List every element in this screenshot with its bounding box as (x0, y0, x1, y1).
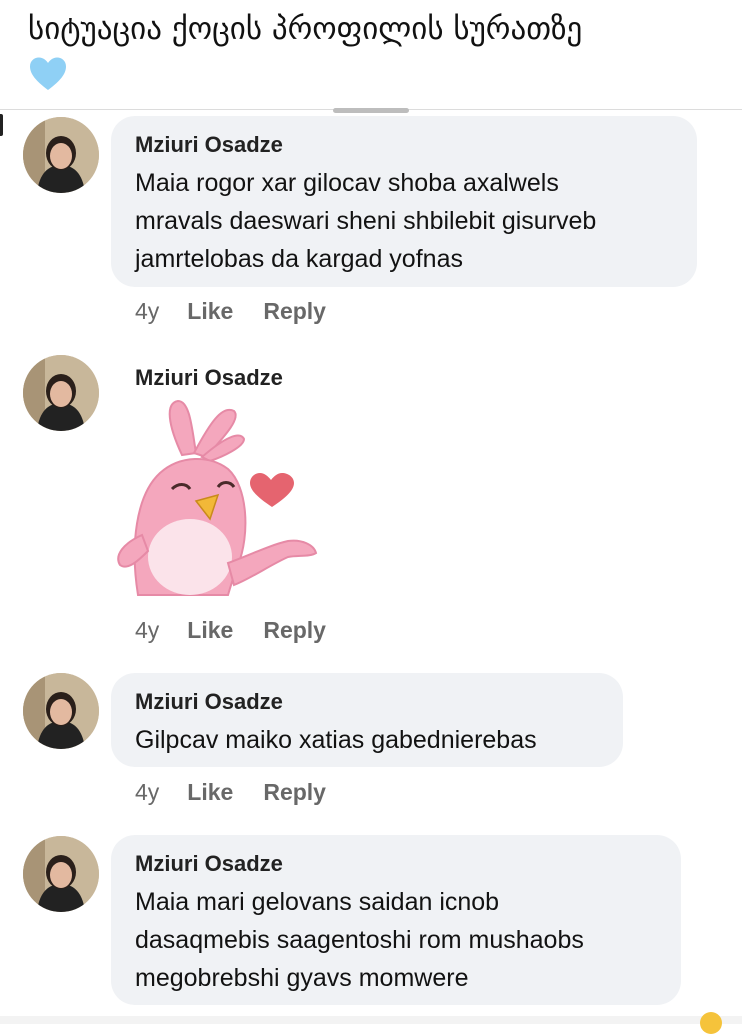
avatar[interactable] (23, 836, 99, 912)
bottom-edge (0, 1016, 742, 1024)
comment-author[interactable]: Mziuri Osadze (135, 849, 657, 879)
like-button[interactable]: Like (187, 298, 233, 324)
caption-text: სიტუაცია ქოცის პროფილის სურათზე (28, 11, 583, 47)
reply-button[interactable]: Reply (263, 298, 326, 324)
emoji-peek-icon (700, 1012, 722, 1034)
avatar[interactable] (23, 117, 99, 193)
comment-actions: 4y Like Reply (135, 779, 356, 806)
comment-author[interactable]: Mziuri Osadze (135, 363, 283, 393)
avatar[interactable] (23, 673, 99, 749)
edge-marker (0, 114, 3, 136)
avatar[interactable] (23, 355, 99, 431)
light-blue-heart-icon (28, 56, 728, 103)
comment-line: megobrebshi gyavs momwere (135, 964, 469, 992)
comment-actions: 4y Like Reply (135, 617, 356, 644)
comment-line: Gilpcav maiko xatias gabednierebas (135, 726, 537, 754)
reply-button[interactable]: Reply (263, 617, 326, 643)
comment-author[interactable]: Mziuri Osadze (135, 130, 673, 160)
post-caption: სიტუაცია ქოცის პროფილის სურათზე (28, 8, 728, 103)
comment-actions: 4y Like Reply (135, 298, 356, 325)
comment-bubble[interactable]: Mziuri Osadze Maia rogor xar gilocav sho… (111, 116, 697, 287)
comment-timestamp: 4y (135, 617, 160, 643)
comment-line: mravals daeswari sheni shbilebit gisurve… (135, 207, 597, 235)
pink-bird-sticker-icon[interactable] (110, 395, 325, 600)
comment-line: dasaqmebis saagentoshi rom mushaobs (135, 926, 584, 954)
comment-timestamp: 4y (135, 779, 160, 805)
comment-line: Maia mari gelovans saidan icnob (135, 888, 500, 916)
comment-line: Maia rogor xar gilocav shoba axalwels (135, 169, 559, 197)
sheet-drag-handle[interactable] (333, 108, 409, 113)
like-button[interactable]: Like (187, 617, 233, 643)
comment-author[interactable]: Mziuri Osadze (135, 687, 599, 717)
like-button[interactable]: Like (187, 779, 233, 805)
comment-bubble[interactable]: Mziuri Osadze Maia mari gelovans saidan … (111, 835, 681, 1005)
reply-button[interactable]: Reply (263, 779, 326, 805)
comment-bubble[interactable]: Mziuri Osadze Gilpcav maiko xatias gabed… (111, 673, 623, 767)
comment-line: jamrtelobas da kargad yofnas (135, 245, 463, 273)
comment-timestamp: 4y (135, 298, 160, 324)
